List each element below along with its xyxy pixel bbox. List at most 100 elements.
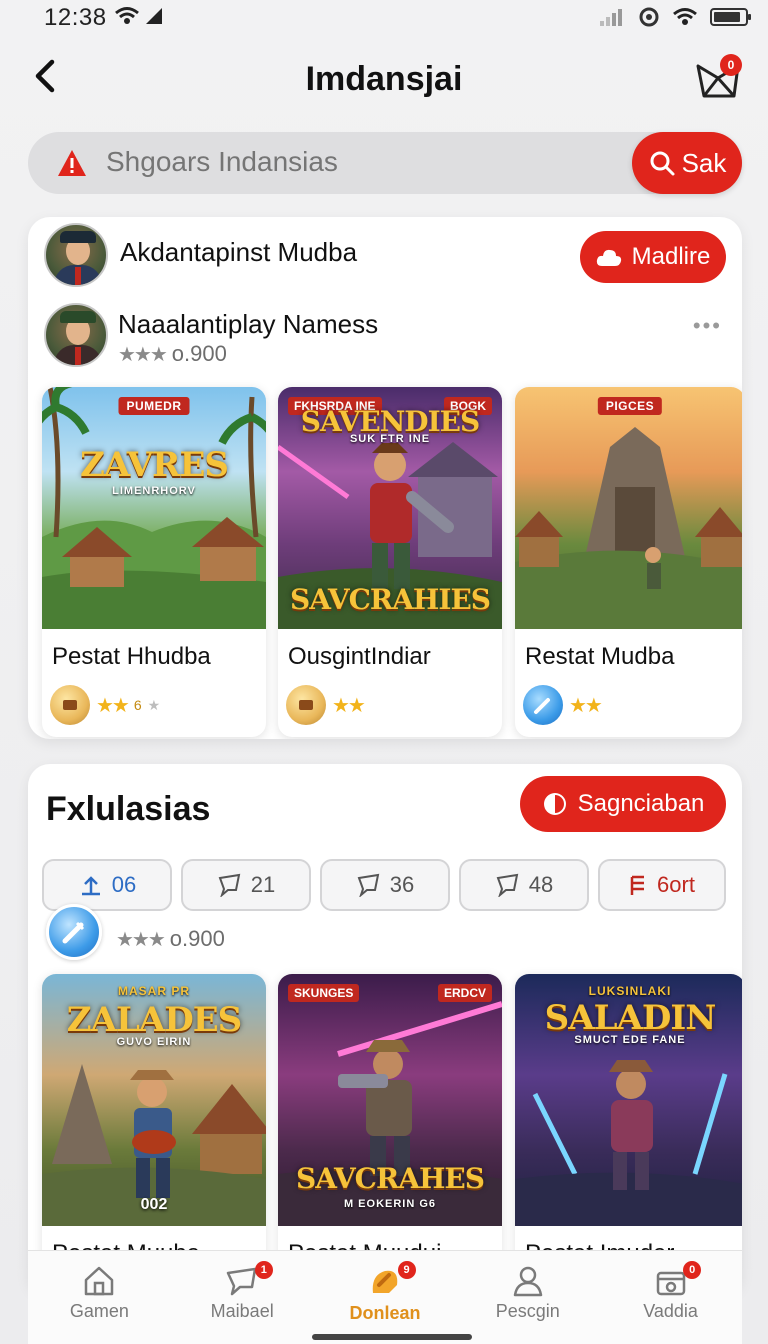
nav-item-pescgin[interactable]: Pescgin bbox=[456, 1251, 599, 1344]
chip-label: 21 bbox=[250, 872, 276, 897]
sword-coin-icon bbox=[523, 685, 563, 725]
home-icon bbox=[85, 1266, 114, 1296]
nav-item-vaddia[interactable]: 0 Vaddia bbox=[599, 1251, 742, 1344]
game-meta: ★★ 6 ★ bbox=[50, 685, 160, 725]
game-artwork: PIGCES bbox=[515, 387, 742, 629]
filter-chip[interactable]: 06 bbox=[42, 859, 172, 911]
game-artwork: SKUNGES ERDCV SAVCRAHES M EOKERIN G6 bbox=[278, 974, 502, 1226]
exclusive-card: Fxlulasias Sagnciaban 06 21 36 48 6ort ★… bbox=[28, 764, 742, 1294]
filter-chip[interactable]: 48 bbox=[459, 859, 589, 911]
warning-icon bbox=[58, 150, 86, 176]
game-meta: ★★ bbox=[286, 685, 366, 725]
game-logo: SAVCRAHES bbox=[296, 1162, 485, 1195]
rating-value: o.900 bbox=[169, 926, 225, 951]
section-button-label: Sagnciaban bbox=[577, 790, 705, 817]
filter-chip[interactable]: 36 bbox=[320, 859, 450, 911]
game-title: OusgintIndiar bbox=[288, 643, 431, 670]
game-logo-sub: M EOKERIN G6 bbox=[343, 1198, 437, 1210]
coin-icon bbox=[286, 685, 326, 725]
list-icon bbox=[630, 875, 645, 895]
search-bar: Sak bbox=[28, 132, 742, 194]
game-card[interactable]: FKHSRDA INE BOGK SAVENDIES SUK FTR INE S… bbox=[278, 387, 502, 737]
game-card[interactable]: PIGCES Restat Mudba ★★ bbox=[515, 387, 742, 737]
game-title: Restat Mudba bbox=[525, 643, 675, 670]
jungle-scene-art bbox=[42, 387, 266, 629]
nav-label: Pescgin bbox=[495, 1301, 560, 1321]
follow-button[interactable]: Madlire bbox=[580, 231, 726, 283]
rating-stars-icon: ★★ bbox=[96, 694, 130, 717]
home-indicator bbox=[312, 1334, 472, 1340]
creator-name[interactable]: Akdantapinst Mudba bbox=[120, 237, 357, 268]
chip-label: 48 bbox=[528, 872, 554, 897]
coin-icon bbox=[50, 685, 90, 725]
cart-button[interactable]: 0 bbox=[694, 52, 744, 102]
more-options-icon[interactable]: ••• bbox=[693, 313, 722, 339]
game-artwork: LUKSINLAKI SALADIN SMUCT EDE FANE bbox=[515, 974, 742, 1226]
section-title: Fxlulasias bbox=[46, 790, 211, 828]
rating-stars-icon: ★★★ bbox=[116, 928, 166, 951]
subcreator-rating: ★★★ o.900 bbox=[118, 341, 227, 367]
game-card[interactable]: PUMEDR ZAVRES LIMENRHORV Pestat Hhudba ★… bbox=[42, 387, 266, 737]
game-logo-top: MASAR PR bbox=[117, 984, 190, 998]
game-card[interactable]: LUKSINLAKI SALADIN SMUCT EDE FANE Pestat… bbox=[515, 974, 742, 1294]
nav-item-gamen[interactable]: Gamen bbox=[28, 1251, 171, 1344]
creator-avatar[interactable] bbox=[44, 223, 108, 287]
chip-label: 06 bbox=[111, 872, 137, 897]
chat-bubble-icon bbox=[357, 873, 380, 897]
rating-stars-icon: ★★★ bbox=[118, 343, 168, 366]
game-artwork: MASAR PR ZALADES GUVO EIRIN 002 bbox=[42, 974, 266, 1226]
featured-card: Akdantapinst Mudba Madlire Naaalantiplay… bbox=[28, 217, 742, 739]
game-card[interactable]: SKUNGES ERDCV SAVCRAHES M EOKERIN G6 Pes… bbox=[278, 974, 502, 1294]
game-logo: SALADIN bbox=[544, 998, 717, 1038]
status-bar: 12:38 bbox=[0, 0, 768, 34]
filter-chip[interactable]: 6ort bbox=[598, 859, 726, 911]
game-art-tag: PUMEDR bbox=[118, 397, 190, 415]
nav-badge: 1 bbox=[254, 1261, 273, 1279]
subcreator-avatar[interactable] bbox=[44, 303, 108, 367]
upload-icon bbox=[81, 876, 100, 896]
nav-label: Maibael bbox=[210, 1301, 274, 1321]
rating-value: o.900 bbox=[171, 341, 227, 366]
game-logo-bottom: SAVCRAHIES bbox=[289, 583, 491, 616]
game-artwork: FKHSRDA INE BOGK SAVENDIES SUK FTR INE S… bbox=[278, 387, 502, 629]
rating-stars-icon: ★★ bbox=[332, 694, 366, 717]
status-left-icons bbox=[114, 6, 164, 26]
section-rating: ★★★ o.900 bbox=[116, 926, 225, 952]
game-meta: ★★ bbox=[523, 685, 603, 725]
battery-icon bbox=[710, 8, 751, 26]
user-icon bbox=[513, 1266, 543, 1297]
page-title: Imdansjai bbox=[305, 60, 463, 98]
subcreator-name[interactable]: Naaalantiplay Namess bbox=[118, 309, 378, 340]
chat-bubble-icon bbox=[218, 873, 241, 897]
chip-label: 36 bbox=[389, 872, 415, 897]
star-outline-icon: ★ bbox=[147, 696, 161, 713]
search-icon bbox=[650, 151, 675, 176]
search-button-label: Sak bbox=[681, 147, 727, 178]
wifi-status-icon bbox=[673, 8, 697, 25]
wifi-icon bbox=[115, 7, 139, 24]
filter-chip[interactable]: 21 bbox=[181, 859, 311, 911]
cloud-icon bbox=[596, 249, 621, 266]
game-logo: ZALADES bbox=[66, 1000, 242, 1040]
nav-badge: 0 bbox=[683, 1261, 702, 1279]
game-logo-sub: SMUCT EDE FANE bbox=[574, 1034, 686, 1046]
search-input[interactable] bbox=[106, 146, 606, 178]
bottom-nav: Gamen 1 Maibael 9 Donlean Pescgin 0 Vadd… bbox=[28, 1250, 742, 1344]
game-logo-sub: SUK FTR INE bbox=[349, 433, 431, 445]
chat-bubble-icon bbox=[496, 873, 519, 897]
search-button[interactable]: Sak bbox=[632, 132, 742, 194]
follow-button-label: Madlire bbox=[631, 243, 711, 270]
game-logo: ZAVRES bbox=[80, 445, 229, 485]
rating-stars-icon: ★★ bbox=[569, 694, 603, 717]
game-card[interactable]: MASAR PR ZALADES GUVO EIRIN 002 Pestat M… bbox=[42, 974, 266, 1294]
game-logo-sub: LIMENRHORV bbox=[112, 485, 196, 497]
nav-item-maibael[interactable]: 1 Maibael bbox=[171, 1251, 314, 1344]
game-title: Pestat Hhudba bbox=[52, 643, 211, 670]
filter-chips: 06 21 36 48 6ort bbox=[42, 859, 726, 911]
sword-badge-icon bbox=[46, 904, 102, 960]
game-logo-sub: GUVO EIRIN bbox=[116, 1036, 192, 1048]
cart-badge: 0 bbox=[720, 54, 742, 76]
nav-item-donlean[interactable]: 9 Donlean bbox=[314, 1251, 457, 1344]
section-action-button[interactable]: Sagnciaban bbox=[520, 776, 726, 832]
status-right-icons bbox=[600, 6, 751, 28]
